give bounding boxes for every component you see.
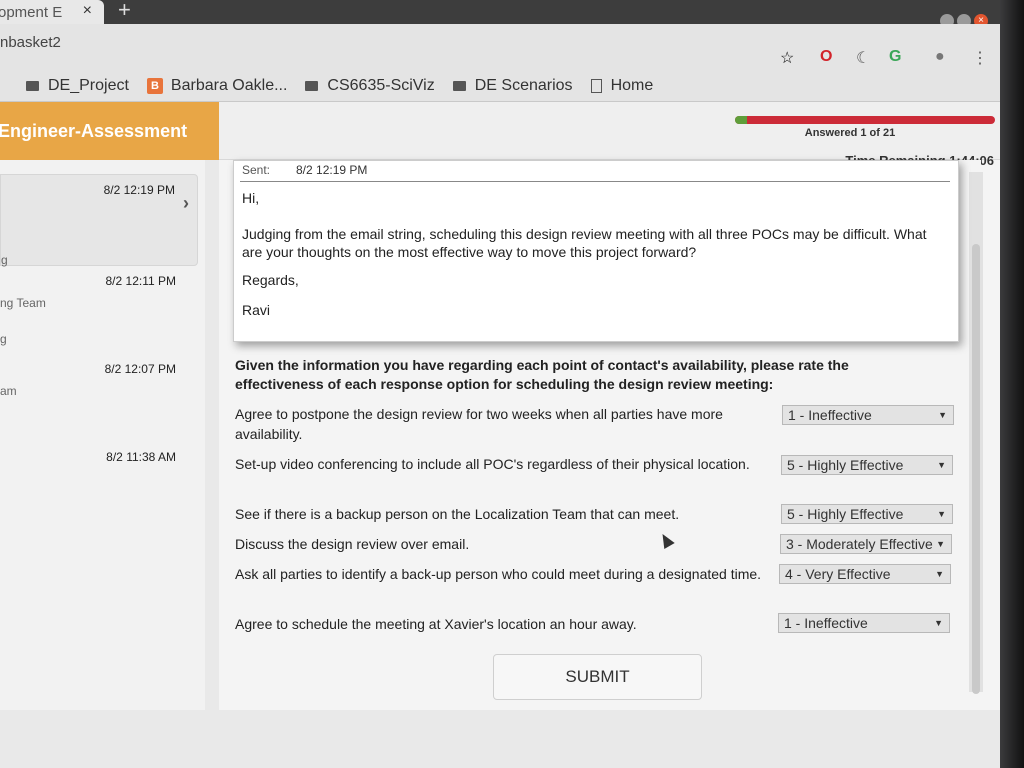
avatar-icon[interactable]: ● [935,48,945,66]
scrollbar-thumb[interactable] [972,244,980,694]
option-text: Discuss the design review over email. [235,536,470,552]
bookmarks-bar: DE_Project B Barbara Oakle... CS6635-Sci… [0,70,1000,102]
inbox-message[interactable]: g 8/2 12:07 PM am [0,326,198,416]
bookmark-label: CS6635-SciViz [327,76,435,94]
bookmark-label: Barbara Oakle... [170,76,288,94]
bookmark-cs6635[interactable]: CS6635-SciViz [305,76,435,95]
email-closing: Regards, [242,272,299,288]
bookmark-label: DE_Project [48,76,129,94]
bookmark-home[interactable]: Home [590,76,654,95]
dropdown-arrow-icon: ▼ [937,509,946,519]
tab-title: opment E [0,3,63,21]
rating-select[interactable]: 3 - Moderately Effective ▼ [780,534,952,554]
option-text: Agree to postpone the design review for … [235,406,723,442]
option-text: Set-up video conferencing to include all… [235,456,750,472]
opera-icon[interactable]: O [820,48,832,66]
email-greeting: Hi, [242,190,260,206]
email-body: Judging from the email string, schedulin… [242,226,927,260]
rating-select[interactable]: 1 - Ineffective ▼ [778,613,950,633]
screen: opment E × + × nbasket2 ☆ O ☾ G ● ⋮ DE_P… [0,0,1000,768]
question-text: Given the information you have regarding… [235,357,849,392]
page-icon [590,78,602,93]
new-tab-icon[interactable]: + [118,0,131,23]
bookmark-barbara-oakley[interactable]: B Barbara Oakle... [146,76,288,95]
close-tab-icon[interactable]: × [83,2,92,20]
inbox-message[interactable]: 8/2 12:19 PM › g [0,174,198,267]
app-brand: Engineer-Assessment [0,102,219,160]
address-bar[interactable]: nbasket2 [0,24,1000,70]
submit-button[interactable]: SUBMIT [493,654,702,700]
bookmark-label: DE Scenarios [474,76,573,94]
message-time: 8/2 11:38 AM [106,450,176,464]
message-sender: g [0,332,7,346]
divider [240,181,950,182]
rating-value: 4 - Very Effective [785,566,891,582]
progress-bar [735,116,995,124]
grammarly-icon[interactable]: G [889,48,901,66]
rating-value: 5 - Highly Effective [787,457,904,473]
rating-select[interactable]: 1 - Ineffective ▼ [782,405,954,425]
message-time: 8/2 12:07 PM [104,362,176,376]
monitor-bezel [1000,0,1024,768]
blogger-icon: B [146,77,163,94]
option-text: Ask all parties to identify a back-up pe… [235,566,762,582]
message-sender: g [1,253,8,267]
inbox-list: 8/2 12:19 PM › g 8/2 12:11 PM ng Team g … [0,160,205,720]
dropdown-arrow-icon: ▼ [935,569,944,579]
bookmark-label: Home [610,76,654,94]
email-card: Sent: 8/2 12:19 PM Hi, Judging from the … [233,160,959,342]
menu-icon[interactable]: ⋮ [972,48,988,68]
message-time: 8/2 12:19 PM [103,183,175,197]
rating-value: 1 - Ineffective [784,615,868,631]
bookmark-de-scenarios[interactable]: DE Scenarios [452,76,573,95]
star-icon[interactable]: ☆ [780,48,794,68]
main-scrollbar[interactable] [969,172,983,694]
rating-select[interactable]: 5 - Highly Effective ▼ [781,504,953,524]
sent-value: 8/2 12:19 PM [296,163,368,177]
rating-value: 5 - Highly Effective [787,506,904,522]
folder-icon [305,80,319,91]
message-time: 8/2 12:11 PM [105,274,177,288]
folder-icon [452,80,466,91]
dropdown-arrow-icon: ▼ [938,410,947,420]
rating-select[interactable]: 5 - Highly Effective ▼ [781,455,953,475]
dropdown-arrow-icon: ▼ [936,539,945,549]
bottom-bar [0,710,1000,768]
answered-count: Answered 1 of 21 [804,127,896,139]
dropdown-arrow-icon: ▼ [934,618,943,628]
inbox-message[interactable]: 8/2 11:38 AM [0,444,198,484]
rating-value: 1 - Ineffective [788,407,872,423]
chevron-right-icon: › [183,193,189,213]
folder-icon [26,80,39,91]
rating-select[interactable]: 4 - Very Effective ▼ [779,564,951,584]
dropdown-arrow-icon: ▼ [937,460,946,470]
message-sender: ng Team [0,296,46,310]
option-text: See if there is a backup person on the L… [235,506,680,522]
url-text[interactable]: nbasket2 [0,34,61,51]
progress-fill [735,116,748,124]
message-sender: am [0,384,17,398]
inbox-scrollbar[interactable] [205,160,219,710]
rating-value: 3 - Moderately Effective [786,536,933,552]
bookmark-de-project[interactable]: DE_Project [26,77,129,95]
tab-strip: opment E × + × [0,0,1000,28]
browser-tab[interactable]: opment E × [0,0,104,24]
moon-icon[interactable]: ☾ [856,48,870,68]
sent-label: Sent: [242,163,271,177]
email-signature: Ravi [242,302,271,318]
option-text: Agree to schedule the meeting at Xavier'… [235,616,637,632]
